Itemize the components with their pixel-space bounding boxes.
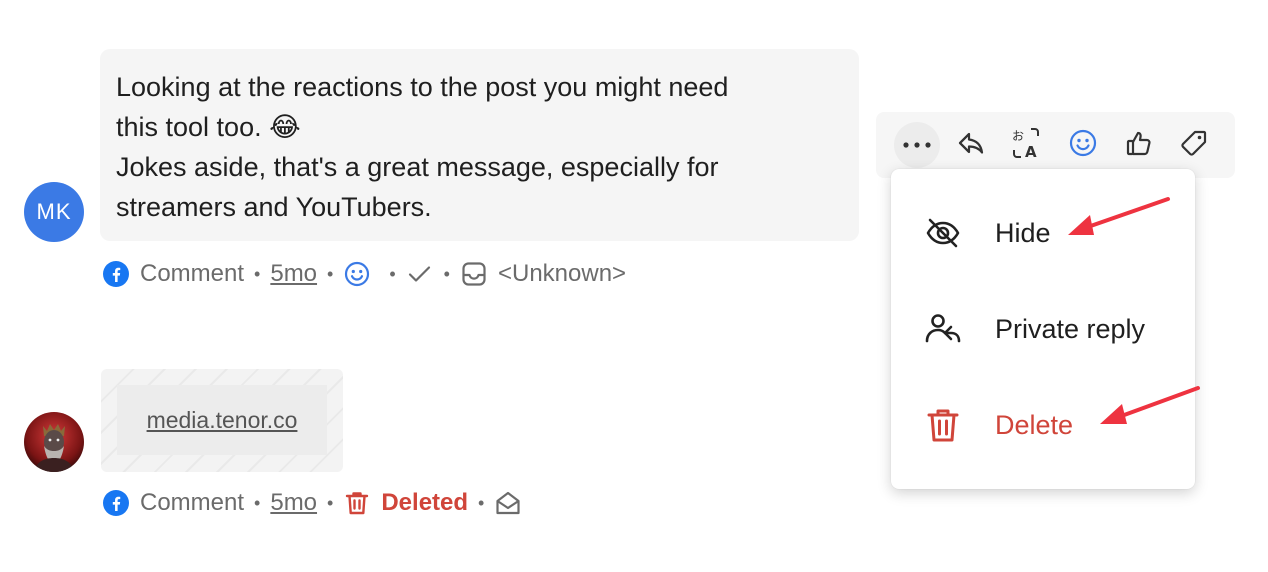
emoji-icon[interactable] [343, 260, 371, 288]
separator-dot: • [389, 263, 396, 284]
like-icon [1124, 128, 1154, 163]
comment-meta: Comment • 5mo • Deleted • [102, 486, 522, 520]
menu-item-label: Private reply [995, 313, 1146, 344]
deleted-status: Deleted [381, 489, 469, 516]
eye-off-icon [923, 213, 963, 253]
separator-dot: • [254, 263, 261, 284]
comment-time-link[interactable]: 5mo [270, 260, 317, 288]
reply-button[interactable] [949, 120, 993, 170]
media-attachment: media.tenor.co [101, 369, 343, 472]
svg-text:A: A [1025, 143, 1037, 160]
annotation-arrow-icon [1068, 197, 1170, 235]
separator-dot: • [254, 492, 261, 513]
facebook-icon [102, 260, 130, 288]
comment-text-line: this tool too. 😂 [116, 112, 301, 142]
separator-dot: • [327, 492, 334, 513]
comment-bubble: Looking at the reactions to the post you… [100, 49, 859, 241]
comment-source: Comment [140, 260, 245, 287]
comment-source: Comment [140, 489, 245, 516]
separator-dot: • [478, 492, 485, 513]
media-link-box: media.tenor.co [117, 385, 327, 455]
tag-button[interactable] [1172, 120, 1216, 170]
more-actions-button[interactable] [894, 122, 940, 168]
annotation-arrow-icon [1100, 386, 1200, 424]
inbox-icon [460, 260, 488, 288]
check-icon [406, 260, 434, 288]
like-button[interactable] [1117, 120, 1161, 170]
separator-dot: • [443, 263, 450, 284]
tag-icon [1179, 128, 1209, 163]
translate-button[interactable]: お A [1004, 120, 1048, 170]
comment-meta: Comment • 5mo • • • <Unknown> [102, 257, 626, 291]
separator-dot: • [327, 263, 334, 284]
reply-icon [956, 128, 986, 163]
avatar[interactable]: MK [24, 182, 84, 242]
comment-text-line: streamers and YouTubers. [116, 192, 432, 222]
svg-text:お: お [1012, 129, 1024, 143]
menu-item-label: Delete [995, 409, 1074, 440]
envelope-open-icon [494, 489, 522, 517]
translate-icon: お A [1009, 126, 1043, 165]
comment-text-line: Jokes aside, that's a great message, esp… [116, 152, 719, 182]
emoji-icon [1068, 128, 1098, 163]
emoji-react-button[interactable] [1061, 120, 1105, 170]
private-reply-icon [923, 309, 963, 349]
comment-text-line: Looking at the reactions to the post you… [116, 72, 729, 102]
menu-item-private-reply[interactable]: Private reply [891, 281, 1195, 377]
trash-icon [343, 489, 371, 517]
facebook-icon [102, 489, 130, 517]
status-label: <Unknown> [497, 260, 627, 287]
trash-icon [923, 405, 963, 445]
media-link[interactable]: media.tenor.co [147, 407, 298, 434]
avatar[interactable] [24, 412, 84, 472]
comment-time-link[interactable]: 5mo [270, 489, 317, 517]
menu-item-label: Hide [995, 217, 1051, 248]
